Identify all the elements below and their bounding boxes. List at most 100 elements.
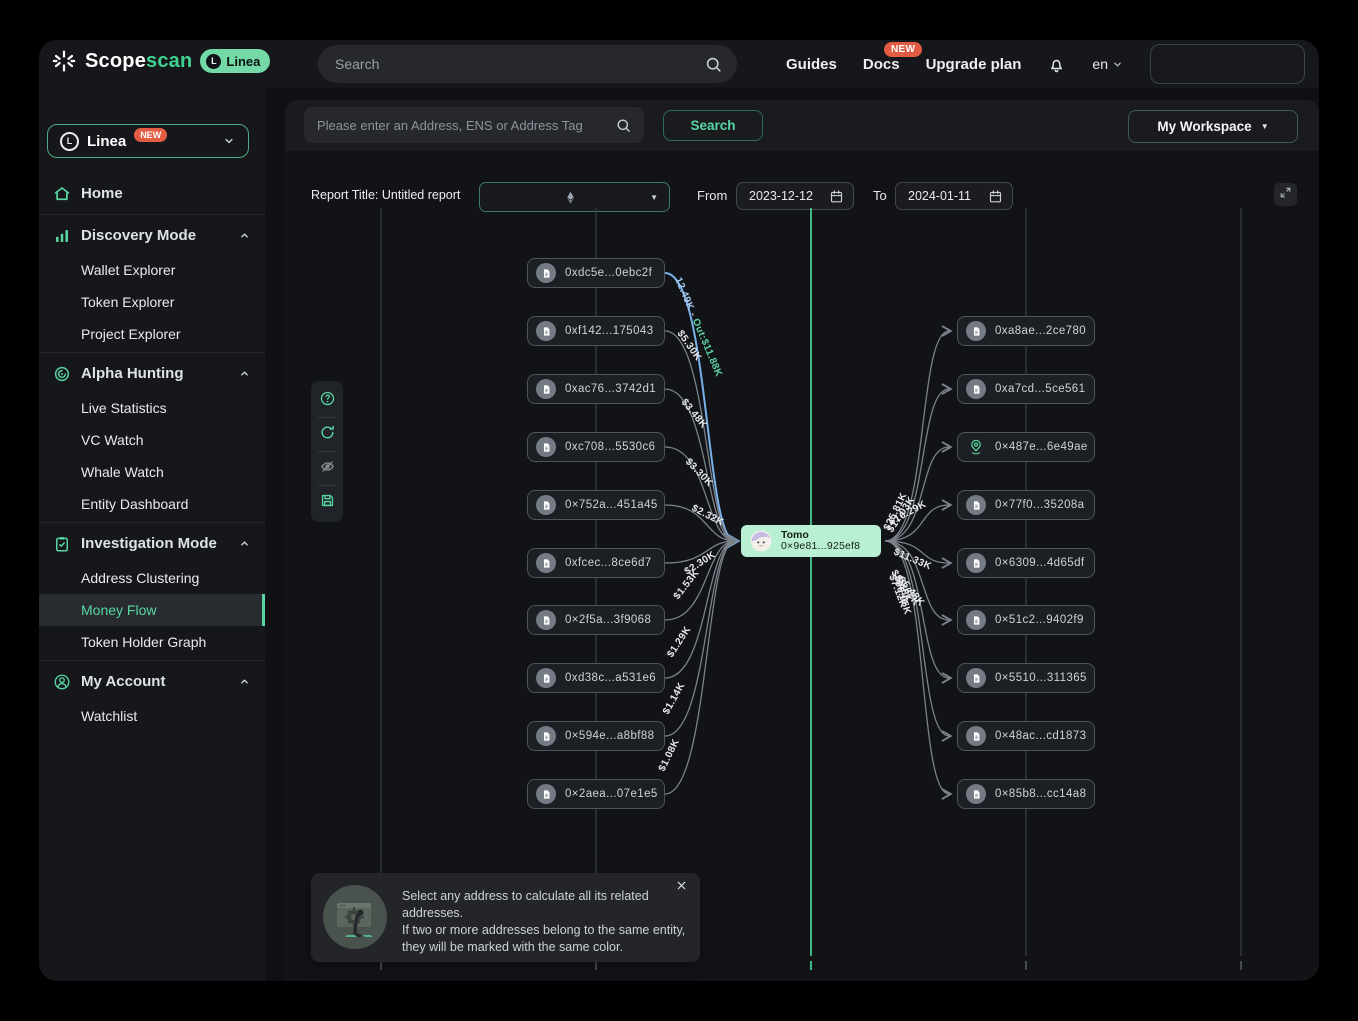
sidebar-item-wallet-explorer[interactable]: Wallet Explorer (39, 254, 265, 286)
sidebar-item-token-holder-graph[interactable]: Token Holder Graph (39, 626, 265, 658)
address-node[interactable]: 0×2f5a...3f9068 (527, 605, 665, 635)
network-new-badge: NEW (134, 128, 167, 142)
search-icon (615, 117, 632, 134)
sidebar-item-my-account[interactable]: My Account (39, 663, 265, 700)
address-node[interactable]: 0xac76...3742d1 (527, 374, 665, 404)
sidebar-item-address-clustering[interactable]: Address Clustering (39, 562, 265, 594)
address-search-input[interactable]: Please enter an Address, ENS or Address … (304, 107, 644, 143)
sidebar-item-vc-watch[interactable]: VC Watch (39, 424, 265, 456)
home-icon (53, 185, 71, 203)
address-node[interactable]: 0xdc5e...0ebc2f (527, 258, 665, 288)
address-node[interactable]: 0×51c2...9402f9 (957, 605, 1095, 635)
address-node[interactable]: 0xf142...175043 (527, 316, 665, 346)
sidebar-item-money-flow[interactable]: Money Flow (39, 594, 265, 626)
info-illustration (323, 885, 387, 949)
money-flow-graph: $5.30K$3.48K$3.30K$2.32K$2.30K$1.53K$1.2… (285, 151, 1319, 981)
refresh-button[interactable] (311, 418, 343, 451)
svg-text:$3.30K: $3.30K (683, 456, 715, 489)
address-node[interactable]: 0xfcec...8ce6d7 (527, 548, 665, 578)
graph-toolbar (311, 381, 343, 522)
address-node[interactable]: 0×77f0...35208a (957, 490, 1095, 520)
eye-off-icon (319, 458, 336, 480)
address-node[interactable]: 0×6309...4d65df (957, 548, 1095, 578)
sidebar-item-alpha-hunting[interactable]: Alpha Hunting (39, 355, 265, 392)
info-card-text: Select any address to calculate all its … (402, 888, 690, 956)
address-node[interactable]: 0×2aea...07e1e5 (527, 779, 665, 809)
node-address: 0xa7cd...5ce561 (995, 383, 1085, 395)
node-address: 0×2f5a...3f9068 (565, 614, 651, 626)
document-icon (536, 726, 556, 746)
close-icon[interactable] (675, 879, 691, 895)
money-flow-canvas: Report Title: Untitled report ▼ From 202… (285, 151, 1319, 981)
sidebar-item-discovery-mode[interactable]: Discovery Mode (39, 217, 265, 254)
node-address: 0xdc5e...0ebc2f (565, 267, 652, 279)
node-address: 0×6309...4d65df (995, 557, 1084, 569)
sidebar-item-project-explorer[interactable]: Project Explorer (39, 318, 265, 350)
hide-labels-button[interactable] (311, 452, 343, 485)
nav-upgrade-plan[interactable]: Upgrade plan (926, 56, 1022, 73)
network-badge[interactable]: LLinea (200, 49, 270, 73)
node-address: 0×77f0...35208a (995, 499, 1084, 511)
sidebar-item-whale-watch[interactable]: Whale Watch (39, 456, 265, 488)
sidebar-item-home[interactable]: Home (39, 175, 265, 212)
help-button[interactable] (311, 384, 343, 417)
document-icon (966, 553, 986, 573)
address-node[interactable]: 0×752a...451a45 (527, 490, 665, 520)
document-icon (536, 495, 556, 515)
address-node[interactable]: 0×48ac...cd1873 (957, 721, 1095, 751)
nav-docs[interactable]: Docs (863, 56, 900, 73)
address-node[interactable]: 0×594e...a8bf88 (527, 721, 665, 751)
chevron-up-icon (238, 367, 251, 380)
global-search-input[interactable]: Search (318, 45, 737, 83)
address-node[interactable]: 0xc708...5530c6 (527, 432, 665, 462)
global-search-placeholder: Search (335, 56, 704, 72)
document-icon (966, 495, 986, 515)
network-name: Linea (87, 133, 126, 150)
notifications-bell-icon[interactable] (1047, 55, 1066, 74)
sidebar-item-entity-dashboard[interactable]: Entity Dashboard (39, 488, 265, 520)
node-address: 0×85b8...cc14a8 (995, 788, 1086, 800)
search-button[interactable]: Search (663, 110, 763, 141)
node-address: 0×487e...6e49ae (995, 441, 1088, 453)
svg-text:$2.32K: $2.32K (690, 503, 726, 529)
sidebar-divider (39, 214, 265, 215)
node-address: 0×594e...a8bf88 (565, 730, 654, 742)
address-node[interactable]: 0×5510...311365 (957, 663, 1095, 693)
svg-text:$1.29K: $1.29K (665, 624, 693, 659)
help-icon (319, 390, 336, 412)
node-address: 0xf142...175043 (565, 325, 654, 337)
node-address: 0xac76...3742d1 (565, 383, 656, 395)
language-selector[interactable]: en (1092, 56, 1124, 72)
info-card: Select any address to calculate all its … (311, 873, 700, 962)
address-node[interactable]: 0xa7cd...5ce561 (957, 374, 1095, 404)
document-icon (966, 610, 986, 630)
user-icon (53, 673, 71, 691)
refresh-icon (319, 424, 336, 446)
sidebar-item-live-statistics[interactable]: Live Statistics (39, 392, 265, 424)
address-node[interactable]: 0xd38c...a531e6 (527, 663, 665, 693)
network-select[interactable]: L Linea NEW (47, 124, 249, 158)
address-node[interactable]: 0×487e...6e49ae (957, 432, 1095, 462)
sidebar-item-token-explorer[interactable]: Token Explorer (39, 286, 265, 318)
sidebar-item-label: Discovery Mode (81, 227, 228, 244)
sidebar-item-label: My Account (81, 673, 228, 690)
logo-text: Scopescan (85, 50, 192, 73)
document-icon (966, 784, 986, 804)
my-workspace-button[interactable]: My Workspace▼ (1128, 110, 1298, 143)
node-address: 0xd38c...a531e6 (565, 672, 656, 684)
document-icon (966, 379, 986, 399)
sidebar-item-investigation-mode[interactable]: Investigation Mode (39, 525, 265, 562)
nav-guides[interactable]: Guides (786, 56, 837, 73)
chevron-up-icon (238, 229, 251, 242)
top-header: Scopescan LLinea Search NEW Guides Docs … (39, 40, 1319, 88)
sidebar-divider (39, 352, 265, 353)
sidebar-item-watchlist[interactable]: Watchlist (39, 700, 265, 732)
wallet-button[interactable] (1150, 44, 1305, 84)
center-node-tomo[interactable]: Tomo 0×9e81...925ef8 (741, 525, 881, 557)
scopescan-logo-icon (51, 48, 77, 74)
save-button[interactable] (311, 486, 343, 519)
chevron-up-icon (238, 537, 251, 550)
address-node[interactable]: 0×85b8...cc14a8 (957, 779, 1095, 809)
node-address: 0×5510...311365 (995, 672, 1087, 684)
address-node[interactable]: 0xa8ae...2ce780 (957, 316, 1095, 346)
